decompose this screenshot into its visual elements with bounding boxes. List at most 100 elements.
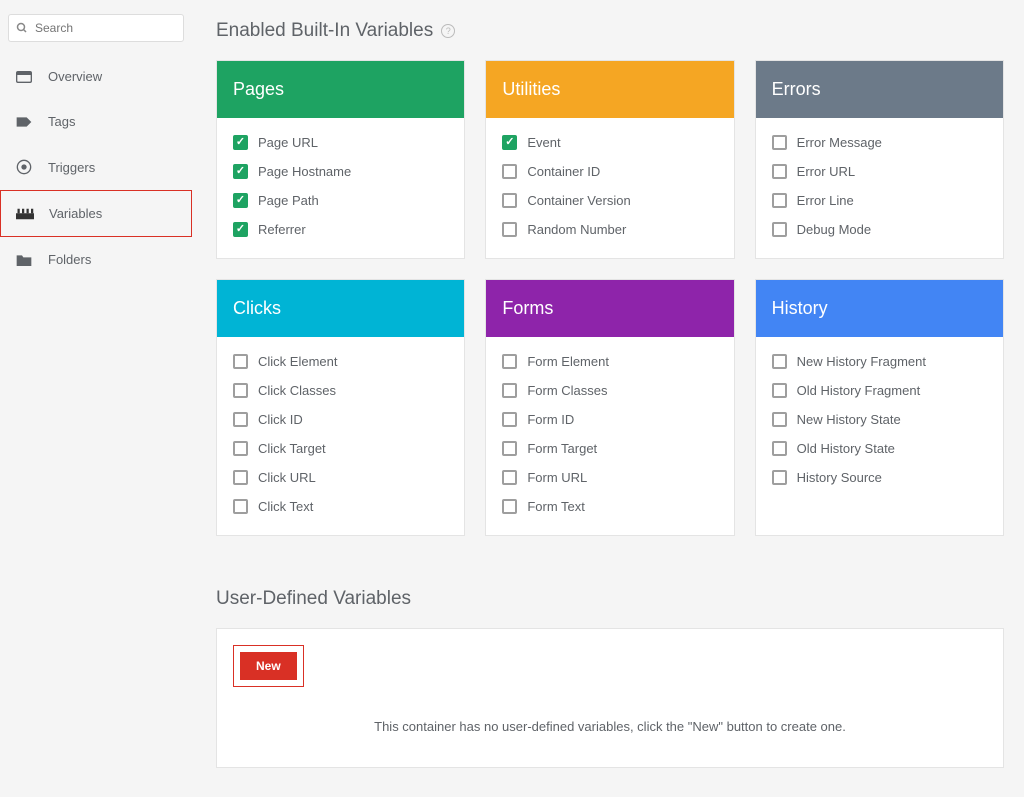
variable-row[interactable]: Click Classes	[231, 376, 450, 405]
variable-label: Click Element	[258, 354, 337, 369]
variable-label: Form URL	[527, 470, 587, 485]
checkbox-icon[interactable]	[502, 193, 517, 208]
variable-row[interactable]: Error URL	[770, 157, 989, 186]
checkbox-icon[interactable]	[502, 354, 517, 369]
main-content: Enabled Built-In Variables ? PagesPage U…	[192, 0, 1024, 797]
variable-row[interactable]: Form ID	[500, 405, 719, 434]
variable-row[interactable]: Page Path	[231, 186, 450, 215]
checkbox-icon[interactable]	[233, 441, 248, 456]
search-icon	[16, 22, 28, 34]
variable-row[interactable]: Error Message	[770, 128, 989, 157]
checkbox-icon[interactable]	[502, 412, 517, 427]
variable-label: Old History State	[797, 441, 895, 456]
checkbox-icon[interactable]	[502, 441, 517, 456]
variable-row[interactable]: Old History Fragment	[770, 376, 989, 405]
variable-row[interactable]: Click ID	[231, 405, 450, 434]
card-body: New History Fragment Old History Fragment…	[756, 337, 1003, 506]
card-header: Clicks	[217, 280, 464, 337]
checkbox-icon[interactable]	[772, 470, 787, 485]
sidebar-item-triggers[interactable]: Triggers	[0, 144, 192, 190]
checkbox-icon[interactable]	[772, 354, 787, 369]
checkbox-icon[interactable]	[772, 135, 787, 150]
variable-row[interactable]: Form Classes	[500, 376, 719, 405]
sidebar-item-tags[interactable]: Tags	[0, 99, 192, 144]
search-box	[8, 14, 184, 42]
variable-label: Click Target	[258, 441, 326, 456]
variable-row[interactable]: Form Element	[500, 347, 719, 376]
checkbox-icon[interactable]	[772, 193, 787, 208]
variable-row[interactable]: Page URL	[231, 128, 450, 157]
sidebar-item-variables[interactable]: Variables	[0, 190, 192, 237]
variable-row[interactable]: Click URL	[231, 463, 450, 492]
variable-row[interactable]: Form Target	[500, 434, 719, 463]
variable-row[interactable]: Container Version	[500, 186, 719, 215]
user-defined-title: User-Defined Variables	[216, 588, 1004, 610]
checkbox-icon[interactable]	[233, 354, 248, 369]
sidebar: Overview Tags Triggers Variables Folders	[0, 0, 192, 797]
variable-label: Container Version	[527, 193, 630, 208]
checkbox-icon[interactable]	[772, 412, 787, 427]
user-defined-panel: New This container has no user-defined v…	[216, 628, 1004, 768]
checkbox-icon[interactable]	[233, 135, 248, 150]
sidebar-item-overview[interactable]: Overview	[0, 54, 192, 99]
checkbox-icon[interactable]	[772, 164, 787, 179]
checkbox-icon[interactable]	[233, 193, 248, 208]
checkbox-icon[interactable]	[502, 222, 517, 237]
checkbox-icon[interactable]	[502, 470, 517, 485]
checkbox-icon[interactable]	[772, 383, 787, 398]
folder-icon	[14, 253, 34, 267]
variable-row[interactable]: Click Target	[231, 434, 450, 463]
checkbox-icon[interactable]	[502, 135, 517, 150]
variable-row[interactable]: New History Fragment	[770, 347, 989, 376]
sidebar-item-label: Variables	[49, 206, 102, 221]
variable-label: Error URL	[797, 164, 856, 179]
variable-label: Form Classes	[527, 383, 607, 398]
variable-row[interactable]: Page Hostname	[231, 157, 450, 186]
card-errors: ErrorsError MessageError URLError LineDe…	[755, 60, 1004, 259]
checkbox-icon[interactable]	[772, 441, 787, 456]
card-header: Forms	[486, 280, 733, 337]
variable-row[interactable]: Form Text	[500, 492, 719, 521]
variable-label: Old History Fragment	[797, 383, 921, 398]
variable-label: New History State	[797, 412, 901, 427]
variable-row[interactable]: Debug Mode	[770, 215, 989, 244]
sidebar-item-label: Triggers	[48, 160, 95, 175]
variable-row[interactable]: Referrer	[231, 215, 450, 244]
variable-label: Error Line	[797, 193, 854, 208]
checkbox-icon[interactable]	[233, 164, 248, 179]
overview-icon	[14, 71, 34, 83]
variable-row[interactable]: New History State	[770, 405, 989, 434]
variable-row[interactable]: Container ID	[500, 157, 719, 186]
variable-row[interactable]: Form URL	[500, 463, 719, 492]
search-input[interactable]	[8, 14, 184, 42]
variable-row[interactable]: Old History State	[770, 434, 989, 463]
variable-row[interactable]: Random Number	[500, 215, 719, 244]
new-button[interactable]: New	[240, 652, 297, 680]
variable-row[interactable]: Click Text	[231, 492, 450, 521]
variable-label: Click URL	[258, 470, 316, 485]
variable-row[interactable]: Error Line	[770, 186, 989, 215]
variable-row[interactable]: History Source	[770, 463, 989, 492]
checkbox-icon[interactable]	[502, 383, 517, 398]
checkbox-icon[interactable]	[233, 383, 248, 398]
card-body: Form Element Form Classes Form IDForm Targ…	[486, 337, 733, 535]
sidebar-item-label: Overview	[48, 69, 102, 84]
checkbox-icon[interactable]	[502, 164, 517, 179]
checkbox-icon[interactable]	[233, 470, 248, 485]
card-body: EventContainer ID Container Version Random…	[486, 118, 733, 258]
checkbox-icon[interactable]	[233, 222, 248, 237]
sidebar-item-label: Tags	[48, 114, 75, 129]
variable-row[interactable]: Event	[500, 128, 719, 157]
checkbox-icon[interactable]	[772, 222, 787, 237]
help-icon[interactable]: ?	[441, 24, 455, 38]
variable-label: Referrer	[258, 222, 306, 237]
checkbox-icon[interactable]	[233, 412, 248, 427]
new-button-highlight: New	[233, 645, 304, 687]
checkbox-icon[interactable]	[233, 499, 248, 514]
sidebar-item-folders[interactable]: Folders	[0, 237, 192, 282]
card-forms: FormsForm ElementForm ClassesForm IDForm…	[485, 279, 734, 536]
checkbox-icon[interactable]	[502, 499, 517, 514]
variable-label: Click Text	[258, 499, 313, 514]
card-body: Error Message Error URL Error Line Debug Mo…	[756, 118, 1003, 258]
variable-row[interactable]: Click Element	[231, 347, 450, 376]
